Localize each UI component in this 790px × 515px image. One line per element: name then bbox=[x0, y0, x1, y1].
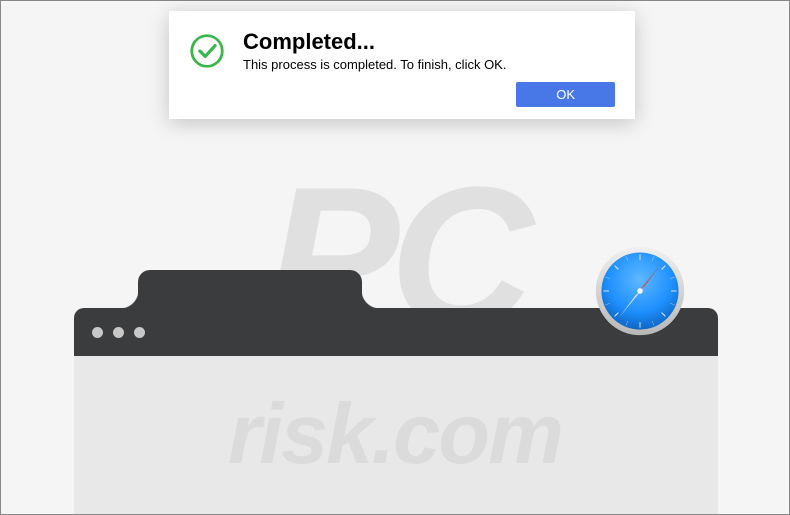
dialog-button-row: OK bbox=[243, 82, 615, 107]
dialog-message: This process is completed. To finish, cl… bbox=[243, 57, 615, 72]
browser-tab bbox=[138, 270, 362, 310]
watermark-bottom-text: risk.com bbox=[228, 386, 562, 484]
traffic-light-close-icon bbox=[92, 327, 103, 338]
dialog-title: Completed... bbox=[243, 29, 615, 55]
dialog-content: Completed... This process is completed. … bbox=[243, 29, 615, 107]
ok-button[interactable]: OK bbox=[516, 82, 615, 107]
traffic-light-minimize-icon bbox=[113, 327, 124, 338]
traffic-light-maximize-icon bbox=[134, 327, 145, 338]
completed-check-icon bbox=[189, 33, 225, 69]
completed-dialog: Completed... This process is completed. … bbox=[169, 11, 635, 119]
safari-icon bbox=[593, 244, 687, 338]
